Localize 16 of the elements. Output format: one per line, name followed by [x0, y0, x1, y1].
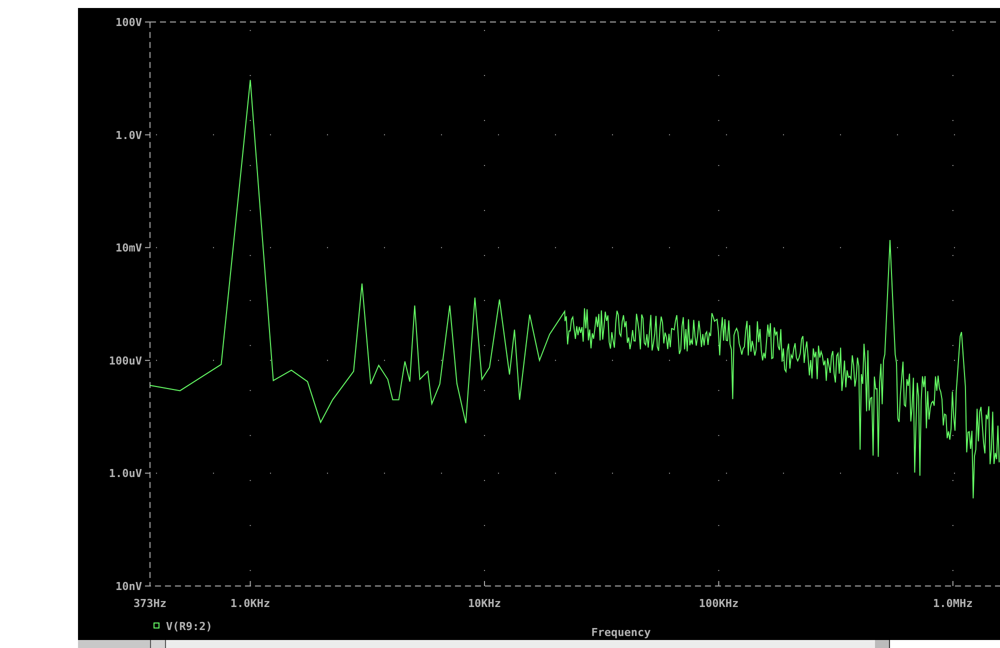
scrollbar-thumb[interactable]: [875, 640, 890, 648]
y-tick-label: 10nV: [116, 580, 142, 593]
y-tick-label: 100V: [116, 16, 142, 29]
x-tick-label: 1.0KHz: [230, 597, 270, 610]
legend-label: V(R9:2): [166, 620, 212, 633]
x-tick-label: 100KHz: [698, 597, 739, 610]
scroll-left-button[interactable]: [150, 640, 166, 648]
y-tick-label: 100uV: [108, 354, 142, 368]
x-tick-label: 373Hz: [133, 597, 167, 610]
x-tick-label: 1.0MHz: [933, 597, 973, 610]
y-tick-label: 10mV: [116, 242, 142, 255]
y-tick-label: 1.0uV: [108, 467, 142, 480]
horizontal-scrollbar[interactable]: [78, 640, 1000, 648]
x-tick-label: 10KHz: [468, 597, 502, 610]
y-tick-label: 1.0V: [116, 128, 142, 142]
x-axis-title: Frequency: [591, 626, 651, 639]
